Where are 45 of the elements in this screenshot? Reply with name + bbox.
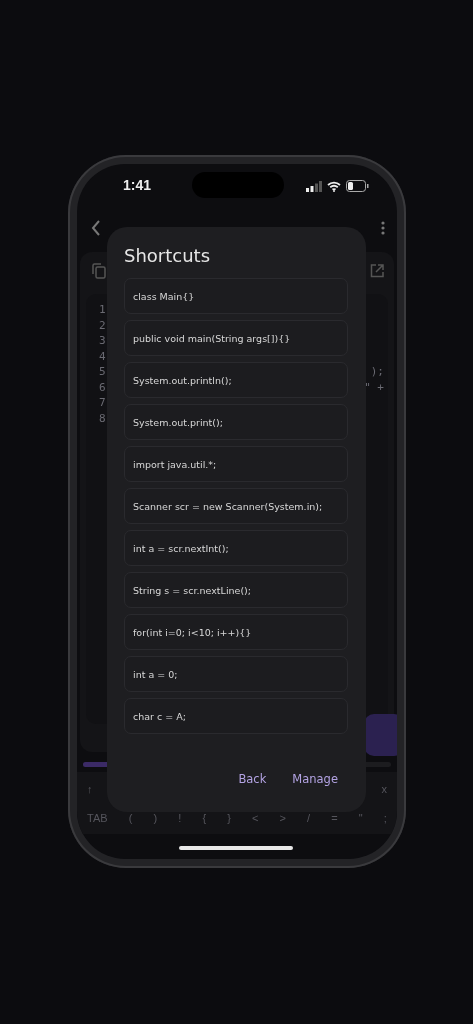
more-options-icon[interactable] bbox=[381, 221, 385, 235]
key[interactable]: { bbox=[202, 811, 207, 824]
open-external-icon[interactable] bbox=[370, 264, 384, 278]
shortcut-item[interactable]: int a = scr.nextInt(); bbox=[124, 530, 348, 566]
key[interactable]: = bbox=[331, 811, 338, 824]
shortcut-item[interactable]: import java.util.*; bbox=[124, 446, 348, 482]
key[interactable]: } bbox=[227, 811, 231, 824]
back-button[interactable]: Back bbox=[236, 768, 269, 790]
line-number: 2 bbox=[99, 318, 107, 332]
key[interactable]: ( bbox=[128, 811, 133, 824]
shortcut-item[interactable]: System.out.print(); bbox=[124, 404, 348, 440]
key[interactable]: < bbox=[252, 811, 259, 824]
key[interactable]: / bbox=[307, 811, 311, 824]
key[interactable]: " bbox=[358, 811, 363, 824]
up-key[interactable]: ↑ bbox=[87, 782, 93, 795]
line-number: 8 bbox=[99, 411, 107, 425]
wifi-icon bbox=[327, 180, 341, 192]
dialog-title: Shortcuts bbox=[124, 245, 212, 266]
shortcut-item[interactable]: int a = 0; bbox=[124, 656, 348, 692]
code-text: ); bbox=[370, 365, 384, 379]
line-number: 7 bbox=[99, 396, 107, 410]
copy-icon[interactable] bbox=[92, 263, 106, 279]
key[interactable]: ; bbox=[383, 811, 387, 824]
key[interactable]: TAB bbox=[87, 811, 108, 824]
shortcut-item[interactable]: String s = scr.nextLine(); bbox=[124, 572, 348, 608]
close-key[interactable]: x bbox=[381, 782, 387, 795]
manage-button[interactable]: Manage bbox=[290, 768, 340, 790]
line-number: 5 bbox=[99, 365, 107, 379]
line-number: 6 bbox=[99, 380, 107, 394]
shortcut-item[interactable]: char c = A; bbox=[124, 698, 348, 734]
key[interactable]: ) bbox=[153, 811, 158, 824]
shortcut-item[interactable]: Scanner scr = new Scanner(System.in); bbox=[124, 488, 348, 524]
shortcut-item[interactable]: public void main(String args[]){} bbox=[124, 320, 348, 356]
key[interactable]: ! bbox=[178, 811, 182, 824]
key[interactable]: > bbox=[279, 811, 286, 824]
code-text: " + bbox=[364, 380, 384, 394]
status-time: 1:41 bbox=[123, 177, 152, 193]
battery-icon bbox=[346, 180, 369, 192]
line-number: 1 bbox=[99, 303, 107, 317]
shortcut-item[interactable]: class Main{} bbox=[124, 278, 348, 314]
signal-icon bbox=[306, 180, 322, 192]
shortcut-item[interactable]: for(int i=0; i<10; i++){} bbox=[124, 614, 348, 650]
shortcut-item[interactable]: System.out.println(); bbox=[124, 362, 348, 398]
line-number: 4 bbox=[99, 349, 107, 363]
line-number: 3 bbox=[99, 334, 107, 348]
